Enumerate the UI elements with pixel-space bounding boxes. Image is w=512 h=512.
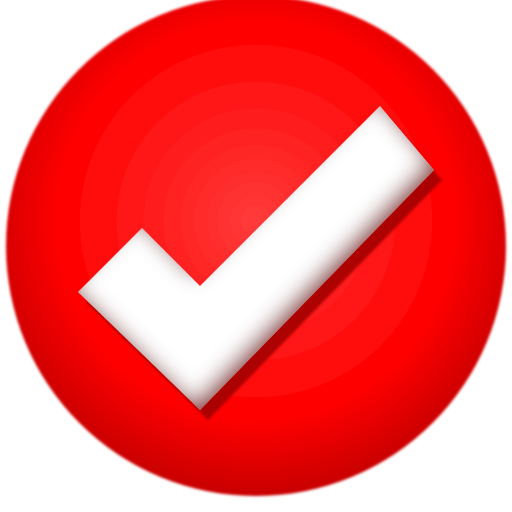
check-icon (6, 0, 506, 496)
icon-canvas (0, 0, 512, 512)
